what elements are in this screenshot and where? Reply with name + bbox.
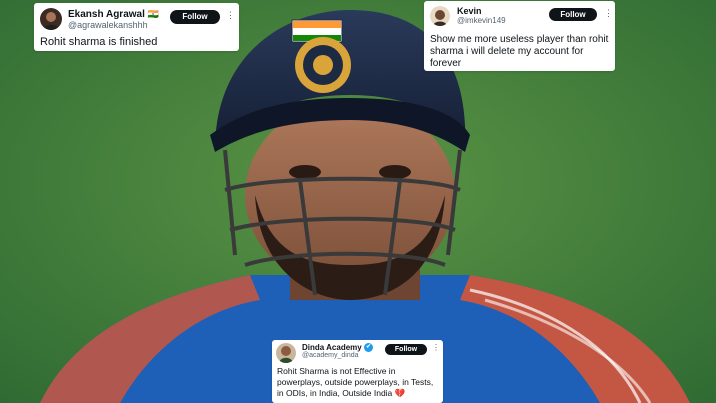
tweet-author-name[interactable]: Dinda Academy ✔ [302, 343, 373, 353]
meme-canvas: Ekansh Agrawal 🇮🇳 @agrawalekanshhh Follo… [0, 0, 716, 403]
follow-button[interactable]: Follow [549, 8, 597, 21]
tweet-card-dinda: Dinda Academy ✔ @academy_dinda Follow ⋮ … [272, 340, 443, 403]
follow-button[interactable]: Follow [170, 10, 220, 24]
avatar[interactable] [276, 343, 296, 363]
author-name-text: Ekansh Agrawal [68, 9, 145, 20]
more-options-icon[interactable]: ⋮ [226, 10, 235, 21]
follow-button[interactable]: Follow [385, 344, 427, 355]
tweet-card-kevin: Kevin @imkevin149 Follow ⋮ Show me more … [424, 1, 615, 71]
more-options-icon[interactable]: ⋮ [604, 8, 613, 19]
verified-badge-icon: ✔ [363, 343, 373, 353]
india-flag-icon: 🇮🇳 [147, 9, 159, 19]
avatar[interactable] [40, 8, 62, 30]
tweet-author-name[interactable]: Ekansh Agrawal 🇮🇳 [68, 9, 159, 20]
tweet-author-name[interactable]: Kevin [457, 6, 482, 16]
tweet-text: Show me more useless player than rohit s… [430, 34, 609, 69]
tweet-card-ekansh: Ekansh Agrawal 🇮🇳 @agrawalekanshhh Follo… [34, 3, 239, 51]
author-name-text: Dinda Academy [302, 343, 362, 352]
tweet-text: Rohit sharma is finished [40, 36, 158, 48]
avatar[interactable] [430, 6, 450, 26]
tweet-text: Rohit Sharma is not Effective in powerpl… [277, 366, 434, 398]
more-options-icon[interactable]: ⋮ [432, 343, 440, 352]
tweet-author-handle[interactable]: @imkevin149 [457, 16, 506, 25]
tweet-author-handle[interactable]: @academy_dinda [302, 352, 359, 359]
tweet-author-handle[interactable]: @agrawalekanshhh [68, 20, 148, 30]
